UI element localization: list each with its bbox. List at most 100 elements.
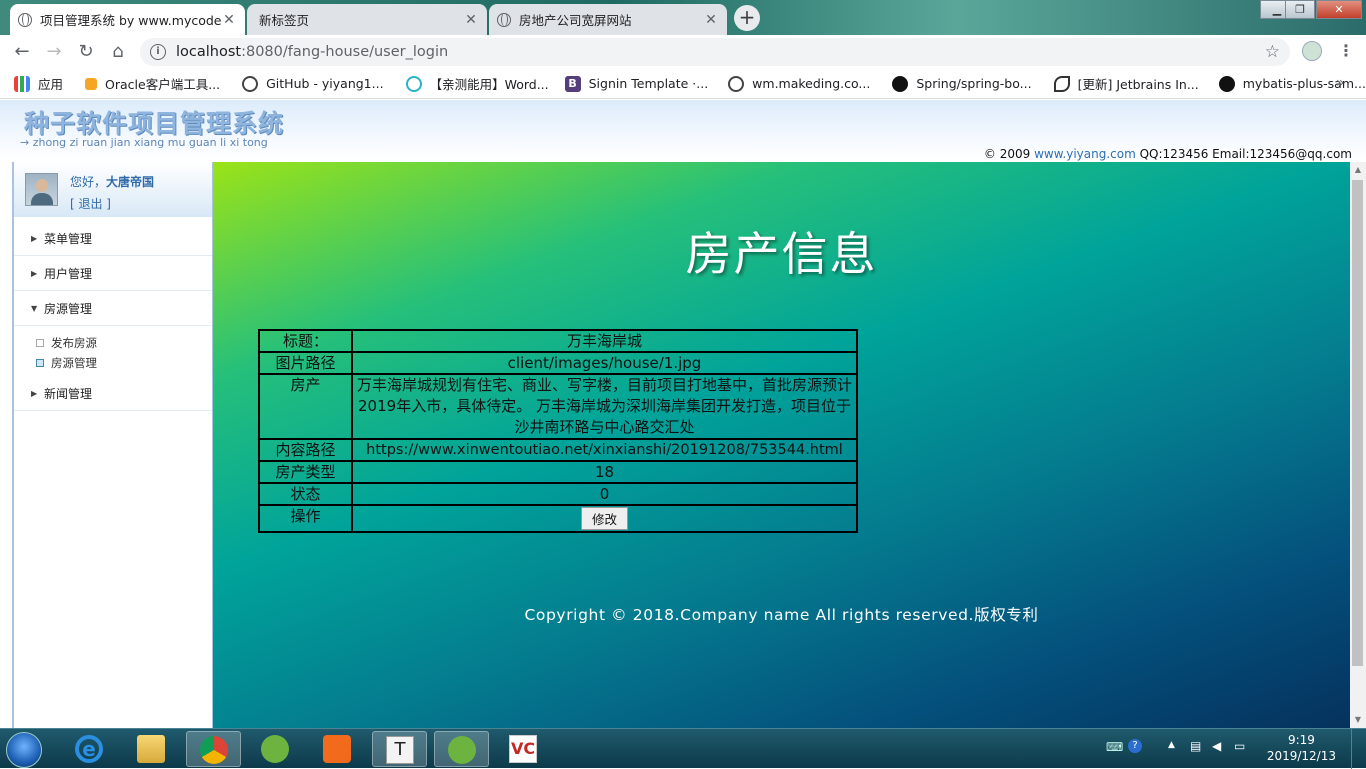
bookmark-makeding[interactable]: wm.makeding.co... — [728, 75, 871, 92]
spring-boot-icon — [448, 736, 476, 764]
tab-project-system[interactable]: 项目管理系统 by www.mycodes ✕ — [10, 4, 245, 35]
browser-toolbar: ← → ↻ ⌂ i localhost:8080/fang-house/user… — [0, 35, 1366, 69]
info-icon[interactable]: i — [150, 44, 166, 60]
row-key: 图片路径 — [258, 351, 353, 375]
logout-link[interactable]: [ 退出 ] — [70, 195, 111, 212]
address-bar[interactable]: i localhost:8080/fang-house/user_login ☆ — [140, 38, 1290, 66]
taskbar-chrome[interactable] — [186, 731, 241, 767]
back-arrow-icon[interactable]: ← — [10, 41, 34, 65]
tab-new-tab[interactable]: 新标签页 ✕ — [247, 4, 487, 35]
table-row: 内容路径 https://www.xinwentoutiao.net/xinxia… — [258, 438, 858, 462]
taskbar-file-explorer[interactable] — [124, 731, 179, 767]
github-icon — [892, 75, 909, 92]
bullet-icon — [36, 359, 44, 367]
close-icon[interactable]: ✕ — [703, 12, 719, 28]
page-scrollbar[interactable]: ▲ ▼ — [1350, 162, 1366, 728]
row-key: 状态 — [258, 482, 353, 506]
github-icon — [1218, 75, 1235, 92]
row-value: 万丰海岸城规划有住宅、商业、写字楼，目前项目打地基中，首批房源预计2019年入市… — [351, 373, 858, 440]
bookmark-label: wm.makeding.co... — [752, 76, 871, 91]
sidebar-item-menu-management[interactable]: ▶ 菜单管理 — [14, 222, 212, 256]
close-icon[interactable]: ✕ — [463, 12, 479, 28]
row-value: client/images/house/1.jpg — [351, 351, 858, 375]
reload-icon[interactable]: ↻ — [74, 41, 98, 65]
page-footer: Copyright © 2018.Company name All rights… — [524, 606, 1039, 624]
greeting-text: 您好， — [70, 175, 107, 189]
scroll-up-icon[interactable]: ▲ — [1350, 162, 1366, 178]
help-icon[interactable]: ? — [1128, 739, 1142, 753]
taskbar-internet-explorer[interactable]: e — [62, 731, 117, 767]
user-box: 您好，大唐帝国 [ 退出 ] — [14, 162, 212, 217]
new-tab-button[interactable]: + — [734, 5, 760, 31]
username: 大唐帝国 — [106, 175, 155, 189]
taskbar-spring-tool[interactable] — [248, 731, 303, 767]
globe-icon — [18, 12, 32, 27]
copyright-year: © 2009 — [983, 147, 1031, 161]
bookmarks-bar: 应用 Oracle客户端工具... GitHub - yiyang1... 【亲… — [0, 69, 1366, 99]
site-logo: 种子软件项目管理系统 — [24, 109, 285, 138]
caret-right-icon: ▶ — [31, 234, 38, 243]
bookmark-signin-template[interactable]: B Signin Template ·... — [564, 75, 708, 92]
table-row: 图片路径 client/images/house/1.jpg — [258, 351, 858, 375]
keyboard-icon[interactable]: ⌨ — [1106, 740, 1123, 754]
taskbar-vc[interactable]: VC — [496, 731, 551, 767]
sidebar-item-news-management[interactable]: ▶ 新闻管理 — [14, 377, 212, 411]
submenu-house-management[interactable]: 房源管理 — [36, 355, 97, 371]
tab-real-estate[interactable]: 房地产公司宽屏网站 ✕ — [489, 4, 727, 35]
bookmark-word[interactable]: 【亲测能用】Word... — [405, 74, 549, 93]
globe-icon — [497, 12, 511, 27]
bullet-icon — [36, 339, 44, 347]
copyright-contact: QQ:123456 Email:123456@qq.com — [1139, 147, 1352, 161]
main-content: 房产信息 标题： 万丰海岸城 图片路径 client/images/house/1.… — [213, 162, 1350, 728]
maximize-button[interactable]: ❐ — [1285, 0, 1315, 19]
globe-icon — [242, 75, 259, 92]
bookmark-label: [更新] Jetbrains In... — [1077, 77, 1199, 92]
action-center-icon[interactable]: ▭ — [1234, 739, 1245, 753]
bookmark-jetbrains[interactable]: [更新] Jetbrains In... — [1053, 74, 1199, 93]
menu-label: 房源管理 — [44, 302, 93, 316]
bookmark-label: Spring/spring-bo... — [916, 76, 1032, 91]
bookmark-github-yiyang[interactable]: GitHub - yiyang1... — [242, 75, 384, 92]
row-value: 18 — [351, 460, 858, 484]
edit-button[interactable]: 修改 — [580, 507, 628, 530]
bookmarks-overflow-icon[interactable]: » — [1336, 75, 1345, 91]
site-logo-pinyin: → zhong zi ruan jian xiang mu guan li xi… — [20, 136, 268, 149]
copyright-link[interactable]: www.yiyang.com — [1034, 147, 1136, 161]
app-orange-icon — [323, 735, 351, 763]
show-desktop-button[interactable] — [1351, 729, 1366, 769]
menu-label: 新闻管理 — [44, 387, 93, 401]
browser-tab-strip: 项目管理系统 by www.mycodes ✕ 新标签页 ✕ 房地产公司宽屏网站… — [0, 0, 1366, 35]
start-button[interactable] — [6, 732, 42, 768]
scroll-down-icon[interactable]: ▼ — [1350, 712, 1366, 728]
bookmark-spring-boot[interactable]: Spring/spring-bo... — [892, 75, 1032, 92]
submenu-publish-house[interactable]: 发布房源 — [36, 335, 97, 351]
taskbar-typora[interactable]: T — [372, 731, 427, 767]
star-icon[interactable]: ☆ — [1265, 42, 1280, 62]
more-menu-icon[interactable]: ⋮ — [1338, 41, 1354, 60]
bookmark-apps[interactable]: 应用 — [14, 74, 63, 93]
taskbar-orange-app[interactable] — [310, 731, 365, 767]
taskbar-spring-boot[interactable] — [434, 731, 489, 767]
tray-expand-icon[interactable]: ▲ — [1168, 740, 1175, 750]
profile-avatar-icon[interactable] — [1302, 41, 1322, 61]
table-row: 状态 0 — [258, 482, 858, 506]
window-close-button[interactable]: ✕ — [1316, 0, 1362, 19]
volume-icon[interactable]: ◀ — [1212, 739, 1221, 753]
file-explorer-icon — [137, 735, 165, 763]
bookmark-oracle[interactable]: Oracle客户端工具... — [85, 74, 220, 93]
sidebar-item-house-management[interactable]: ▼ 房源管理 — [14, 292, 212, 326]
close-icon[interactable]: ✕ — [221, 12, 237, 28]
sidebar: 您好，大唐帝国 [ 退出 ] ▶ 菜单管理 ▶ 用户管理 ▼ 房源管理 发布房源 房源… — [12, 162, 213, 728]
typora-icon: T — [386, 736, 414, 764]
home-icon[interactable]: ⌂ — [106, 41, 130, 65]
row-key: 房产 — [258, 373, 353, 440]
forward-arrow-icon[interactable]: → — [42, 41, 66, 65]
row-value: 万丰海岸城 — [351, 329, 858, 353]
table-row: 操作 修改 — [258, 504, 858, 533]
bookmark-label: 【亲测能用】Word... — [429, 77, 549, 92]
network-icon[interactable]: ▤ — [1190, 739, 1201, 753]
internet-explorer-icon: e — [75, 735, 103, 763]
clock[interactable]: 9:19 2019/12/13 — [1267, 732, 1336, 764]
sidebar-item-user-management[interactable]: ▶ 用户管理 — [14, 257, 212, 291]
scroll-thumb[interactable] — [1352, 180, 1363, 666]
